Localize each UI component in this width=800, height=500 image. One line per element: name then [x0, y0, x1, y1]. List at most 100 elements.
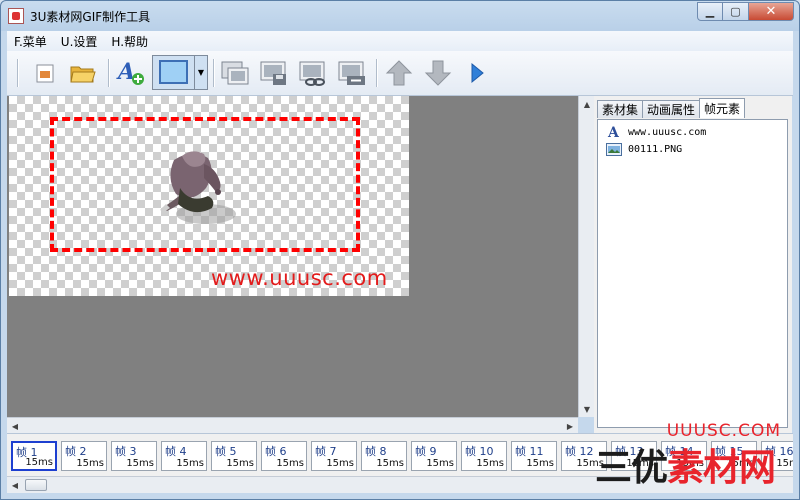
- play-icon: [471, 62, 484, 84]
- character-sprite[interactable]: [144, 142, 244, 232]
- frame-label: 帧 5: [215, 445, 237, 458]
- scroll-right-arrow-icon[interactable]: ▶: [562, 418, 578, 434]
- menu-file[interactable]: F.菜单: [7, 33, 54, 50]
- frame-duration: 15ms: [626, 458, 654, 469]
- frame-label: 帧 11: [515, 445, 544, 458]
- frame-thumbnail[interactable]: 帧 9 15ms: [411, 441, 457, 471]
- toolbar-separator: [376, 59, 378, 87]
- frame-label: 帧 4: [165, 445, 187, 458]
- frame-thumbnail[interactable]: 帧 4 15ms: [161, 441, 207, 471]
- properties-panel: 素材集 动画属性 帧元素 A www.uuusc.com 00111.PNG: [594, 96, 792, 433]
- frame-duration: 15ms: [226, 458, 254, 469]
- chevron-down-icon[interactable]: ▼: [194, 56, 207, 89]
- frame-thumbnail[interactable]: 帧 1 15ms: [11, 441, 57, 471]
- scroll-left-arrow-icon[interactable]: ◀: [7, 418, 23, 434]
- selection-frame-icon: [159, 60, 188, 84]
- frame-label: 帧 10: [465, 445, 494, 458]
- tab-materials[interactable]: 素材集: [597, 100, 644, 118]
- frame-thumbnail[interactable]: 帧 3 15ms: [111, 441, 157, 471]
- frame-thumbnail[interactable]: 帧 13 15ms: [611, 441, 657, 471]
- frame-thumbnail[interactable]: 帧 1615ms: [761, 441, 793, 471]
- insert-frame-button[interactable]: [219, 57, 251, 89]
- link-frame-button[interactable]: [297, 57, 329, 89]
- tab-animation-properties[interactable]: 动画属性: [642, 100, 701, 118]
- frame-duration: 15ms: [526, 458, 554, 469]
- frame-label: 帧 7: [315, 445, 337, 458]
- frame-thumbnail[interactable]: 帧 11 15ms: [511, 441, 557, 471]
- list-item-label: 00111.PNG: [628, 143, 683, 155]
- delete-frame-icon: [338, 61, 365, 85]
- frame-thumbnail[interactable]: 帧 15 15ms: [711, 441, 757, 471]
- panel-tabs: 素材集 动画属性 帧元素: [597, 98, 746, 119]
- image-element-icon: [606, 142, 622, 156]
- svg-text:A: A: [116, 59, 135, 85]
- open-folder-button[interactable]: [67, 57, 99, 89]
- tab-frame-elements[interactable]: 帧元素: [699, 98, 746, 118]
- frame-thumbnail[interactable]: 帧 5 15ms: [211, 441, 257, 471]
- new-image-button[interactable]: [29, 57, 61, 89]
- frame-label: 帧 9: [415, 445, 437, 458]
- timeline-scrollbar[interactable]: ◀: [7, 476, 793, 493]
- delete-frame-button[interactable]: [336, 57, 368, 89]
- move-up-button[interactable]: [383, 57, 415, 89]
- app-window: 3U素材网GIF制作工具 ▁ ▢ ✕ F.菜单 U.设置 H.帮助 A ▼ ww…: [0, 0, 800, 500]
- frame-thumbnail[interactable]: 帧 14 15ms: [661, 441, 707, 471]
- frame-duration: 15ms: [726, 458, 754, 469]
- move-up-icon: [385, 60, 413, 86]
- frame-label: 帧 6: [265, 445, 287, 458]
- frame-label: 帧 16: [765, 445, 793, 458]
- add-text-button[interactable]: A: [115, 57, 147, 89]
- list-item-text-element[interactable]: A www.uuusc.com: [606, 124, 706, 140]
- maximize-button[interactable]: ▢: [723, 2, 749, 21]
- toolbar-separator: [17, 59, 19, 87]
- save-frame-button[interactable]: [258, 57, 290, 89]
- frame-duration: 15ms: [676, 458, 704, 469]
- window-title: 3U素材网GIF制作工具: [30, 10, 151, 24]
- svg-text:A: A: [607, 125, 620, 139]
- insert-frame-icon: [221, 61, 249, 85]
- frame-thumbnail[interactable]: 帧 8 15ms: [361, 441, 407, 471]
- frame-elements-list: A www.uuusc.com 00111.PNG: [597, 119, 788, 428]
- save-frame-icon: [260, 61, 286, 85]
- frame-thumbnail[interactable]: 帧 2 15ms: [61, 441, 107, 471]
- canvas-stage[interactable]: www.uuusc.com: [9, 96, 409, 296]
- frame-thumbnail[interactable]: 帧 10 15ms: [461, 441, 507, 471]
- canvas-watermark-text[interactable]: www.uuusc.com: [211, 266, 388, 290]
- frame-label: 帧 3: [115, 445, 137, 458]
- frame-duration: 15ms: [376, 458, 404, 469]
- title-bar[interactable]: 3U素材网GIF制作工具 ▁ ▢ ✕: [1, 1, 799, 31]
- scroll-left-arrow-icon[interactable]: ◀: [7, 477, 23, 493]
- play-button[interactable]: [461, 57, 493, 89]
- frame-thumbnail[interactable]: 帧 12 15ms: [561, 441, 607, 471]
- new-image-icon: [36, 64, 54, 83]
- canvas-horizontal-scrollbar[interactable]: ◀ ▶: [7, 417, 578, 433]
- canvas-vertical-scrollbar[interactable]: ▲ ▼: [578, 96, 594, 417]
- menu-bar: F.菜单 U.设置 H.帮助: [7, 31, 793, 51]
- frame-duration: 15ms: [276, 458, 304, 469]
- scroll-up-arrow-icon[interactable]: ▲: [579, 96, 595, 112]
- selection-frame-button[interactable]: ▼: [152, 55, 208, 90]
- maximize-icon: ▢: [730, 5, 741, 18]
- frames-row: 帧 1 15ms 帧 2 15ms 帧 3 15ms 帧 4 15ms 帧 5 15ms 帧 6 15…: [11, 441, 793, 471]
- move-down-icon: [424, 60, 452, 86]
- frame-duration: 15ms: [426, 458, 454, 469]
- frame-label: 帧 14: [665, 445, 694, 458]
- close-icon: ✕: [765, 4, 777, 19]
- scrollbar-thumb[interactable]: [25, 479, 47, 491]
- close-button[interactable]: ✕: [749, 2, 794, 21]
- frames-timeline: 帧 1 15ms 帧 2 15ms 帧 3 15ms 帧 4 15ms 帧 5 15ms 帧 6 15…: [7, 433, 793, 477]
- frame-duration: 15ms: [576, 458, 604, 469]
- scroll-down-arrow-icon[interactable]: ▼: [579, 401, 595, 417]
- window-controls: ▁ ▢ ✕: [697, 2, 794, 21]
- menu-settings[interactable]: U.设置: [54, 33, 105, 50]
- frame-label: 帧 12: [565, 445, 594, 458]
- toolbar-separator: [108, 59, 110, 87]
- menu-help[interactable]: H.帮助: [104, 33, 155, 50]
- frame-thumbnail[interactable]: 帧 6 15ms: [261, 441, 307, 471]
- canvas-area[interactable]: www.uuusc.com: [7, 96, 578, 417]
- minimize-button[interactable]: ▁: [697, 2, 723, 21]
- frame-duration: 15ms: [126, 458, 154, 469]
- move-down-button[interactable]: [422, 57, 454, 89]
- frame-thumbnail[interactable]: 帧 7 15ms: [311, 441, 357, 471]
- list-item-image-element[interactable]: 00111.PNG: [606, 141, 682, 157]
